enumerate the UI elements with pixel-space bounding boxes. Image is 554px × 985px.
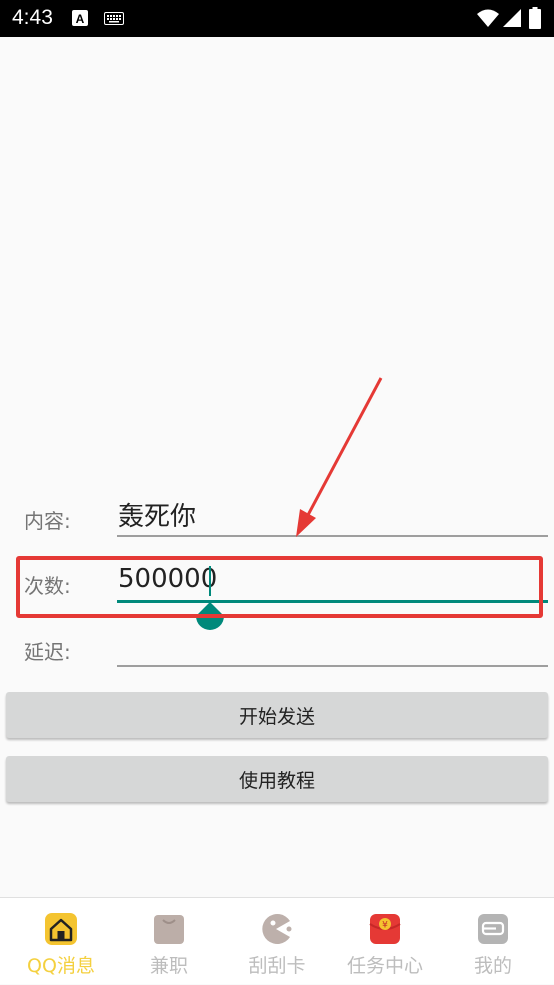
red-envelope-icon: ¥ <box>369 914 401 944</box>
pacman-icon <box>262 914 292 944</box>
nav-label: QQ消息 <box>27 955 95 977</box>
battery-icon <box>529 7 541 29</box>
nav-label: 我的 <box>473 955 512 977</box>
status-bar: 4:43 A <box>0 0 554 37</box>
tutorial-button[interactable]: 使用教程 <box>6 756 548 802</box>
delay-label: 延迟: <box>24 640 71 664</box>
house-icon <box>45 913 77 945</box>
highlight-box <box>16 556 543 618</box>
svg-text:A: A <box>76 12 85 26</box>
keyboard-icon <box>104 12 124 25</box>
bottom-nav: QQ消息 兼职 刮刮卡 ¥ 任务中心 我的 <box>0 897 554 984</box>
annotation-arrow <box>296 377 383 537</box>
nav-item-scratch-card[interactable]: 刮刮卡 <box>222 898 332 985</box>
profile-icon <box>478 914 508 944</box>
nav-item-task-center[interactable]: ¥ 任务中心 <box>330 898 440 985</box>
a-icon: A <box>72 10 88 26</box>
signal-icon <box>503 9 521 27</box>
nav-item-qq-messages[interactable]: QQ消息 <box>6 898 116 985</box>
nav-label: 兼职 <box>149 955 188 977</box>
nav-item-profile[interactable]: 我的 <box>438 898 548 985</box>
delay-underline <box>117 665 548 667</box>
status-time: 4:43 <box>12 6 53 29</box>
content-underline <box>117 535 548 537</box>
start-send-button[interactable]: 开始发送 <box>6 692 548 738</box>
nav-item-part-time[interactable]: 兼职 <box>114 898 224 985</box>
svg-text:¥: ¥ <box>382 921 388 931</box>
wifi-icon <box>477 9 499 27</box>
bag-icon <box>154 915 184 944</box>
content-input[interactable]: 轰死你 <box>118 496 196 533</box>
nav-label: 任务中心 <box>346 955 423 977</box>
content-label: 内容: <box>24 509 71 533</box>
nav-label: 刮刮卡 <box>248 955 306 977</box>
